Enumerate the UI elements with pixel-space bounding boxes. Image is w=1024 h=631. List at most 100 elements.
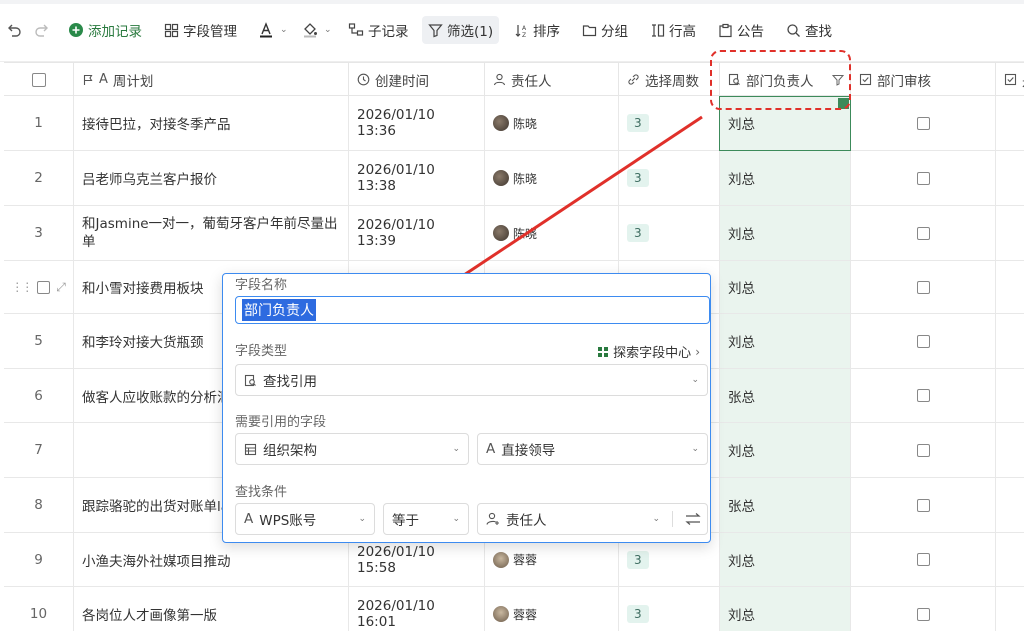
review-checkbox[interactable]: [916, 171, 930, 185]
cell-time[interactable]: 2026/01/10 13:38: [349, 151, 485, 205]
row-height-button[interactable]: 行高: [650, 16, 696, 44]
cell-dept-review[interactable]: [851, 314, 996, 368]
cell-owner[interactable]: 陈晓: [485, 206, 619, 260]
cond-value-select[interactable]: 责任人 ⌄: [477, 503, 708, 535]
cond-field-value: WPS账号: [259, 513, 317, 529]
col-dept-review[interactable]: 部门审核: [851, 63, 996, 96]
col-dept-head-label: 部门负责人: [746, 73, 814, 90]
chevron-down-icon: ⌄: [691, 375, 699, 385]
row-checkbox[interactable]: [37, 280, 51, 294]
col-created-time[interactable]: 创建时间: [349, 63, 485, 96]
cell-dept-head[interactable]: 刘总: [720, 423, 851, 477]
cell-plan[interactable]: 各岗位人才画像第一版: [74, 587, 349, 631]
cell-time[interactable]: 2026/01/10 16:01: [349, 587, 485, 631]
row-number: 8: [4, 478, 74, 532]
cell-time[interactable]: 2026/01/10 13:39: [349, 206, 485, 260]
review-checkbox[interactable]: [916, 443, 930, 457]
cell-weeks[interactable]: 3: [619, 151, 720, 205]
cell-weeks[interactable]: 3: [619, 587, 720, 631]
notice-label: 公告: [737, 24, 764, 40]
field-manage-button[interactable]: 字段管理: [164, 16, 237, 44]
review-checkbox[interactable]: [916, 116, 930, 130]
cell-owner[interactable]: 陈晓: [485, 96, 619, 150]
cell-dept-review[interactable]: [851, 151, 996, 205]
field-type-value: 查找引用: [263, 374, 317, 390]
cell-plan[interactable]: 吕老师乌克兰客户报价: [74, 151, 349, 205]
cond-operator-select[interactable]: 等于 ⌄: [383, 503, 469, 535]
cell-dept-review[interactable]: [851, 423, 996, 477]
fill-handle[interactable]: [838, 98, 849, 109]
review-checkbox[interactable]: [916, 498, 930, 512]
cell-dept-head[interactable]: 张总: [720, 369, 851, 422]
table-row[interactable]: 2 吕老师乌克兰客户报价 2026/01/10 13:38 陈晓 3 刘总: [4, 151, 1024, 206]
cell-dept-review[interactable]: [851, 206, 996, 260]
cell-weeks[interactable]: 3: [619, 206, 720, 260]
text-color-button[interactable]: ⌄: [258, 16, 288, 44]
col-owner[interactable]: 责任人: [485, 63, 619, 96]
select-all-checkbox[interactable]: [31, 72, 46, 87]
filter-button[interactable]: 筛选(1): [422, 16, 500, 44]
sub-record-button[interactable]: 子记录: [348, 16, 409, 44]
cell-time[interactable]: 2026/01/10 13:36: [349, 96, 485, 150]
cell-dept-head[interactable]: 刘总: [720, 96, 851, 150]
cell-dept-review[interactable]: [851, 533, 996, 586]
table-row[interactable]: 3 和Jasmine一对一，葡萄牙客户年前尽量出单 2026/01/10 13:…: [4, 206, 1024, 261]
undo-icon[interactable]: [6, 16, 22, 44]
review-checkbox[interactable]: [916, 334, 930, 348]
redo-icon[interactable]: [34, 16, 50, 44]
review-checkbox[interactable]: [916, 553, 930, 566]
search-button[interactable]: 查找: [786, 16, 832, 44]
avatar: [493, 115, 509, 131]
cell-owner[interactable]: 陈晓: [485, 151, 619, 205]
sort-button[interactable]: AZ 排序: [514, 16, 560, 44]
cell-dept-head[interactable]: 刘总: [720, 151, 851, 205]
col-weeks[interactable]: 选择周数: [619, 63, 720, 96]
field-type-select[interactable]: 查找引用 ⌄: [235, 364, 708, 396]
person-icon: [493, 73, 506, 86]
ref-field-select[interactable]: A 直接领导 ⌄: [477, 433, 708, 465]
review-checkbox[interactable]: [916, 389, 930, 402]
cell-dept-head[interactable]: 刘总: [720, 533, 851, 586]
col-weeks-label: 选择周数: [645, 73, 699, 90]
cell-dept-review[interactable]: [851, 478, 996, 532]
cell-dept-review[interactable]: [851, 261, 996, 313]
weeks-tag: 3: [627, 224, 649, 242]
cell-dept-head[interactable]: 刘总: [720, 261, 851, 313]
svg-text:Z: Z: [522, 32, 526, 38]
cond-field-select[interactable]: A WPS账号 ⌄: [235, 503, 375, 535]
cell-plan[interactable]: 和Jasmine一对一，葡萄牙客户年前尽量出单: [74, 206, 349, 260]
lookup-icon: [728, 73, 740, 86]
cell-weeks[interactable]: 3: [619, 96, 720, 150]
cell-dept-head[interactable]: 刘总: [720, 587, 851, 631]
review-checkbox[interactable]: [916, 226, 930, 240]
group-button[interactable]: 分组: [582, 16, 628, 44]
fill-color-button[interactable]: ⌄: [302, 16, 332, 44]
apps-icon: [598, 346, 609, 357]
cell-dept-review[interactable]: [851, 369, 996, 422]
col-dept-head[interactable]: 部门负责人: [720, 63, 851, 96]
top-strip: [0, 0, 1024, 4]
explore-field-center-link[interactable]: 探索字段中心 ›: [597, 342, 700, 361]
cell-dept-head[interactable]: 张总: [720, 478, 851, 532]
cell-dept-head[interactable]: 刘总: [720, 206, 851, 260]
expand-icon[interactable]: ⤢: [56, 280, 66, 295]
review-checkbox[interactable]: [916, 280, 930, 294]
field-name-input[interactable]: 部门负责人: [235, 296, 710, 324]
ref-table-select[interactable]: 组织架构 ⌄: [235, 433, 469, 465]
col-weekly-plan-label: 周计划: [112, 73, 154, 90]
col-weekly-plan[interactable]: A 周计划: [74, 63, 349, 96]
cell-dept-review[interactable]: [851, 587, 996, 631]
review-checkbox[interactable]: [916, 607, 930, 621]
notice-button[interactable]: 公告: [718, 16, 764, 44]
cell-dept-review[interactable]: [851, 96, 996, 150]
add-record-button[interactable]: 添加记录: [68, 16, 142, 44]
cell-owner[interactable]: 蓉蓉: [485, 587, 619, 631]
table-row[interactable]: 10 各岗位人才画像第一版 2026/01/10 16:01 蓉蓉 3 刘总: [4, 587, 1024, 631]
cell-plan[interactable]: 接待巴拉，对接冬季产品: [74, 96, 349, 150]
cell-dept-head[interactable]: 刘总: [720, 314, 851, 368]
drag-handle-icon[interactable]: ⋮⋮: [11, 280, 33, 294]
table-row[interactable]: 1 接待巴拉，对接冬季产品 2026/01/10 13:36 陈晓 3 刘总: [4, 96, 1024, 151]
toolbar: 添加记录 字段管理 ⌄ ⌄ 子记录 筛选(1) AZ 排序 分组 行高 公告 查…: [0, 0, 1024, 62]
avatar: [493, 225, 509, 241]
col-extra[interactable]: 是: [996, 63, 1024, 96]
